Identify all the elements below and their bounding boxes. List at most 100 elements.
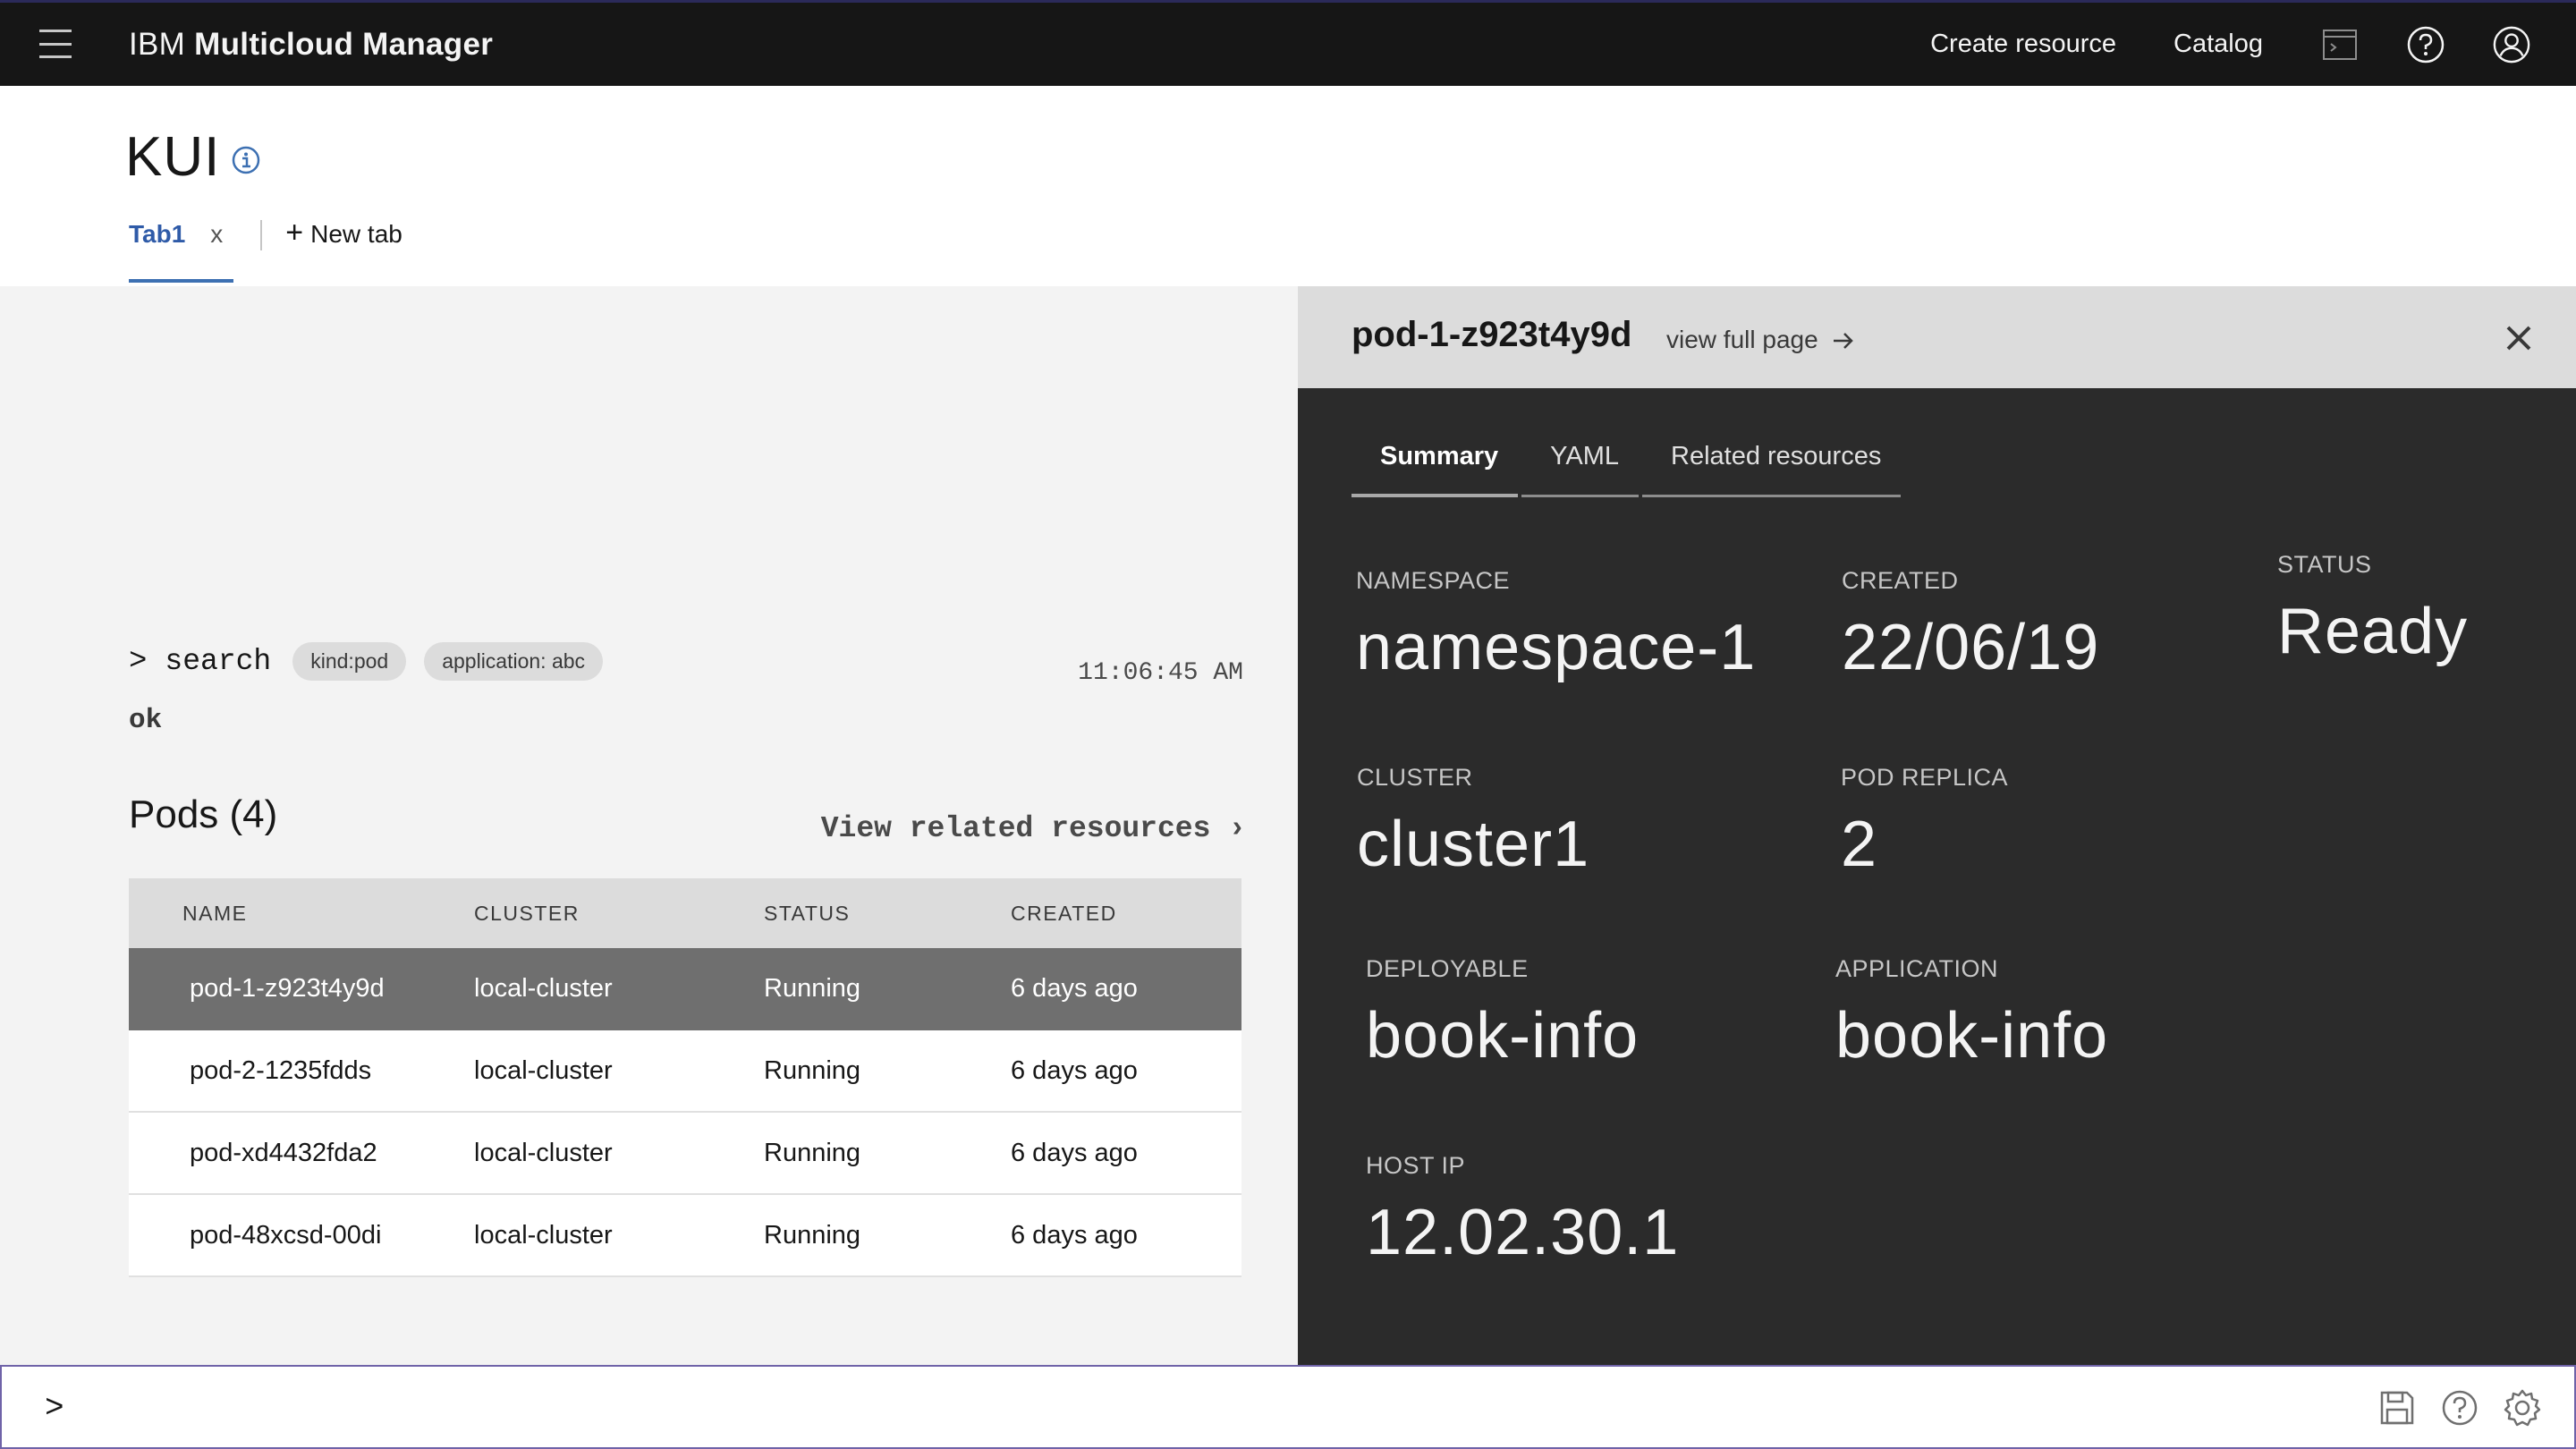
field-value: cluster1 [1357, 809, 1590, 880]
table-title: Pods (4) [129, 792, 278, 836]
arrow-right-icon [1834, 333, 1854, 349]
field-cluster: CLUSTER cluster1 [1357, 764, 1589, 881]
cell-cluster: local-cluster [474, 1138, 613, 1167]
tab-summary[interactable]: Summary [1352, 442, 1519, 497]
page-title: KUI [125, 126, 221, 188]
sidecar-tabs: Summary YAML Related resources [1352, 442, 1904, 497]
table-row[interactable]: pod-2-1235fdds local-cluster Running 6 d… [129, 1030, 1241, 1113]
brand-prefix: IBM [129, 27, 186, 62]
command-timestamp: 11:06:45 AM [1078, 659, 1243, 687]
cell-cluster: local-cluster [474, 1220, 613, 1250]
field-namespace: NAMESPACE namespace-1 [1356, 567, 1756, 684]
cell-name: pod-1-z923t4y9d [190, 973, 385, 1003]
cell-created: 6 days ago [1011, 973, 1138, 1003]
field-label: POD REPLICA [1841, 764, 2009, 791]
command-result: ok [129, 705, 163, 736]
cell-created: 6 days ago [1011, 1138, 1138, 1167]
tab-related-resources[interactable]: Related resources [1642, 442, 1902, 497]
help-icon[interactable] [2440, 1388, 2479, 1428]
field-label: HOST IP [1366, 1152, 1466, 1179]
field-value: 2 [1841, 809, 1878, 880]
cell-name: pod-xd4432fda2 [190, 1138, 377, 1167]
field-label: NAMESPACE [1356, 567, 1511, 594]
cell-created: 6 days ago [1011, 1220, 1138, 1250]
tab-close-button[interactable]: x [210, 220, 223, 279]
field-label: APPLICATION [1835, 955, 1999, 982]
tab-divider [260, 220, 263, 250]
column-header-name[interactable]: NAME [129, 902, 474, 926]
new-tab-button[interactable]: + New tab [285, 216, 402, 250]
cell-created: 6 days ago [1011, 1055, 1138, 1085]
tab-yaml[interactable]: YAML [1521, 442, 1639, 497]
cell-status: Running [764, 1220, 861, 1250]
field-value: namespace-1 [1356, 612, 1757, 683]
field-value: Ready [2277, 596, 2469, 667]
save-icon[interactable] [2377, 1388, 2417, 1428]
settings-icon[interactable] [2503, 1388, 2542, 1428]
table-header: NAME CLUSTER STATUS CREATED [129, 878, 1241, 948]
menu-icon[interactable] [39, 30, 72, 58]
field-application: APPLICATION book-info [1835, 955, 2108, 1072]
top-header: IBM Multicloud Manager Create resource C… [0, 0, 2576, 86]
create-resource-link[interactable]: Create resource [1930, 30, 2116, 59]
table-row[interactable]: pod-xd4432fda2 local-cluster Running 6 d… [129, 1113, 1241, 1195]
view-full-page-label: view full page [1666, 326, 1818, 353]
header-actions: Create resource Catalog [1930, 3, 2576, 86]
command-text: search [165, 645, 272, 678]
command-input-bar: > [0, 1365, 2576, 1449]
info-icon[interactable] [231, 145, 261, 175]
command-input[interactable] [84, 1385, 2320, 1433]
command-line: > search kind:pod application: abc [129, 642, 621, 681]
field-pod-replica: POD REPLICA 2 [1841, 764, 2008, 881]
view-full-page-link[interactable]: view full page [1666, 326, 1855, 354]
user-icon[interactable] [2492, 25, 2531, 64]
field-value: 22/06/19 [1842, 612, 2100, 683]
cell-status: Running [764, 973, 861, 1003]
cell-name: pod-2-1235fdds [190, 1055, 372, 1085]
field-label: CLUSTER [1357, 764, 1473, 791]
view-related-resources-link[interactable]: View related resources › [821, 812, 1246, 845]
brand-name: Multicloud Manager [194, 27, 494, 62]
terminal-output: > search kind:pod application: abc 11:06… [0, 286, 1298, 1365]
cell-name: pod-48xcsd-00di [190, 1220, 382, 1250]
filter-chip-application[interactable]: application: abc [424, 642, 604, 681]
field-label: DEPLOYABLE [1366, 955, 1529, 982]
field-deployable: DEPLOYABLE book-info [1366, 955, 1639, 1072]
tab-tab1[interactable]: Tab1 x [129, 220, 234, 283]
catalog-link[interactable]: Catalog [2174, 30, 2263, 59]
sidecar-panel: Summary YAML Related resources NAMESPACE… [1298, 388, 2576, 1365]
cell-status: Running [764, 1055, 861, 1085]
sidecar-title: pod-1-z923t4y9d [1352, 315, 1632, 354]
prompt-symbol: > [129, 644, 148, 679]
tab-label: Tab1 [129, 220, 186, 248]
cell-cluster: local-cluster [474, 973, 613, 1003]
terminal-icon[interactable] [2320, 25, 2360, 64]
filter-chip-kind[interactable]: kind:pod [292, 642, 407, 681]
command-bar-actions [2377, 1388, 2542, 1428]
brand-title[interactable]: IBM Multicloud Manager [129, 27, 493, 63]
field-label: CREATED [1842, 567, 1959, 594]
table-row[interactable]: pod-48xcsd-00di local-cluster Running 6 … [129, 1195, 1241, 1277]
help-icon[interactable] [2406, 25, 2445, 64]
field-value: book-info [1835, 1000, 2109, 1072]
input-prompt: > [45, 1390, 64, 1427]
field-value: book-info [1366, 1000, 1640, 1072]
column-header-created[interactable]: CREATED [1011, 902, 1241, 926]
field-created: CREATED 22/06/19 [1842, 567, 2099, 684]
pods-table: NAME CLUSTER STATUS CREATED pod-1-z923t4… [129, 878, 1241, 1277]
table-row[interactable]: pod-1-z923t4y9d local-cluster Running 6 … [129, 948, 1241, 1030]
cell-cluster: local-cluster [474, 1055, 613, 1085]
column-header-status[interactable]: STATUS [764, 902, 1011, 926]
field-host-ip: HOST IP 12.02.30.1 [1366, 1152, 1679, 1269]
plus-icon: + [285, 216, 304, 250]
field-label: STATUS [2277, 551, 2372, 578]
sidecar-header: pod-1-z923t4y9d view full page [1298, 286, 2576, 388]
page-header: KUI Tab1 x + New tab [0, 86, 2576, 286]
field-value: 12.02.30.1 [1366, 1197, 1680, 1268]
tab-bar: Tab1 x + New tab [129, 216, 402, 286]
new-tab-label: New tab [310, 220, 402, 248]
column-header-cluster[interactable]: CLUSTER [474, 902, 764, 926]
close-icon[interactable] [2501, 320, 2537, 356]
field-status: STATUS Ready [2277, 551, 2468, 668]
cell-status: Running [764, 1138, 861, 1167]
